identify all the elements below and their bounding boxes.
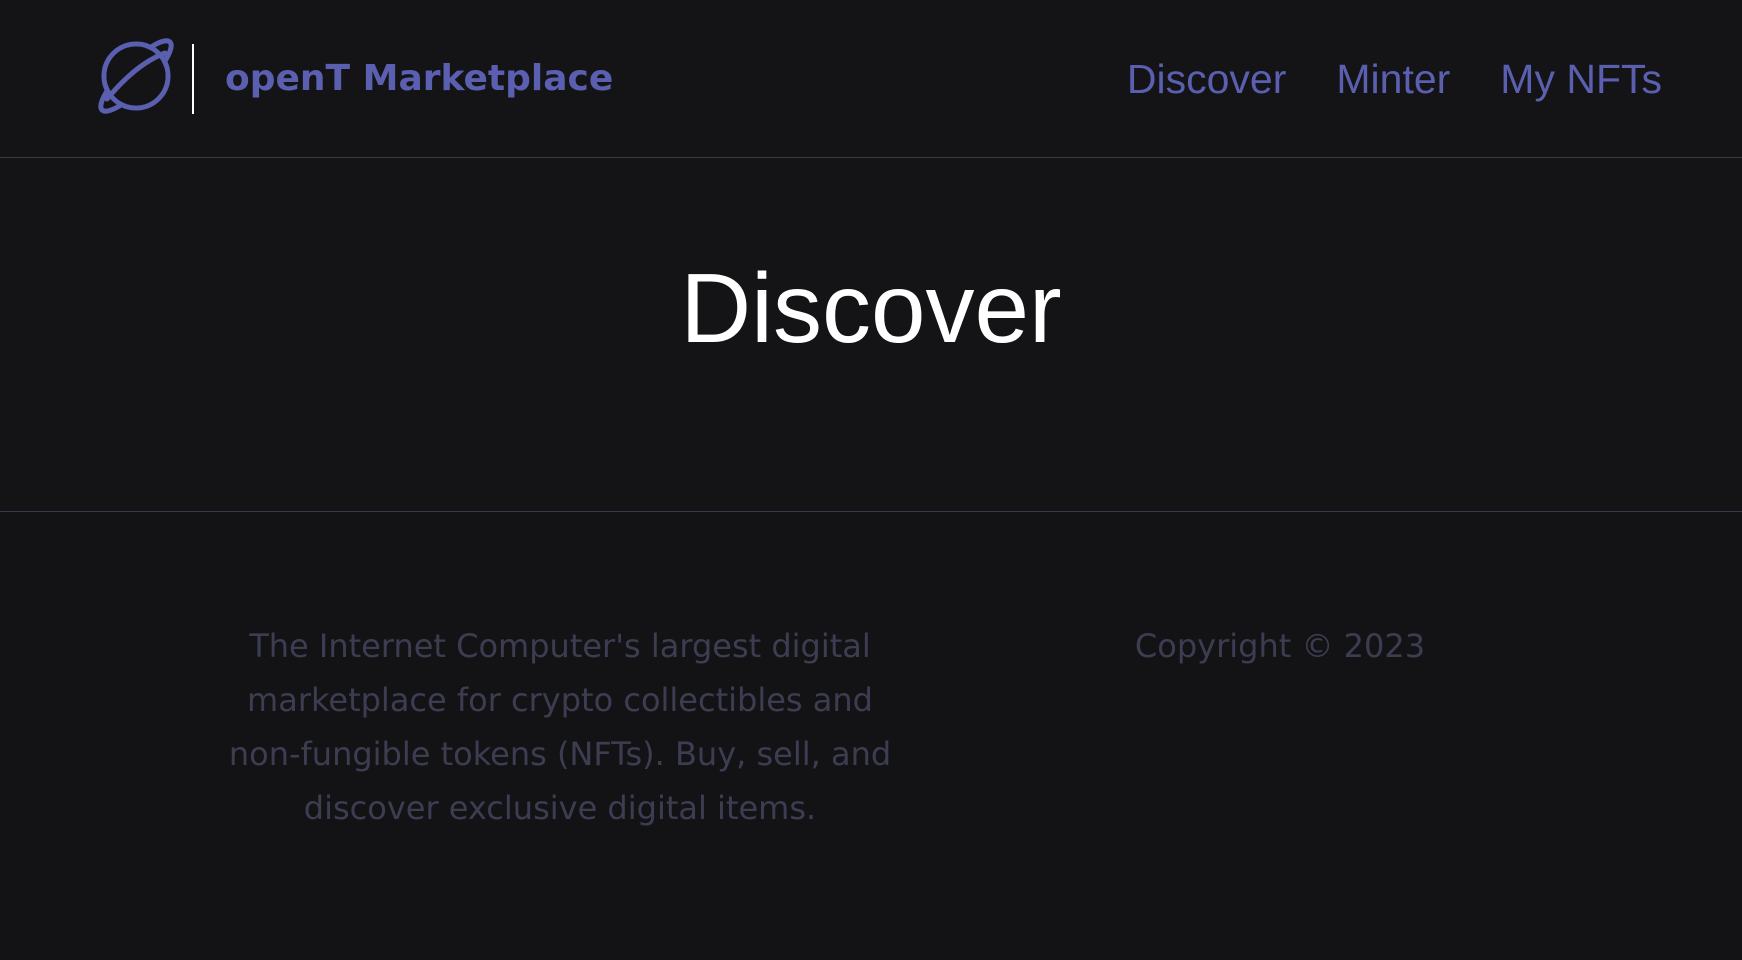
footer-copyright: Copyright © 2023 bbox=[1134, 627, 1426, 665]
nav-discover[interactable]: Discover bbox=[1127, 56, 1286, 103]
brand-name[interactable]: openT Marketplace bbox=[225, 58, 613, 99]
planet-icon[interactable] bbox=[96, 36, 176, 116]
footer: The Internet Computer's largest digital … bbox=[0, 513, 1742, 960]
main-nav: Discover Minter My NFTs bbox=[1127, 56, 1662, 103]
app-header: openT Marketplace Discover Minter My NFT… bbox=[0, 0, 1742, 158]
hero-section: Discover bbox=[0, 159, 1742, 512]
nav-minter[interactable]: Minter bbox=[1336, 56, 1450, 103]
footer-description: The Internet Computer's largest digital … bbox=[228, 627, 892, 827]
nav-my-nfts[interactable]: My NFTs bbox=[1500, 56, 1662, 103]
page-title: Discover bbox=[680, 253, 1062, 363]
logo-divider bbox=[192, 44, 194, 114]
